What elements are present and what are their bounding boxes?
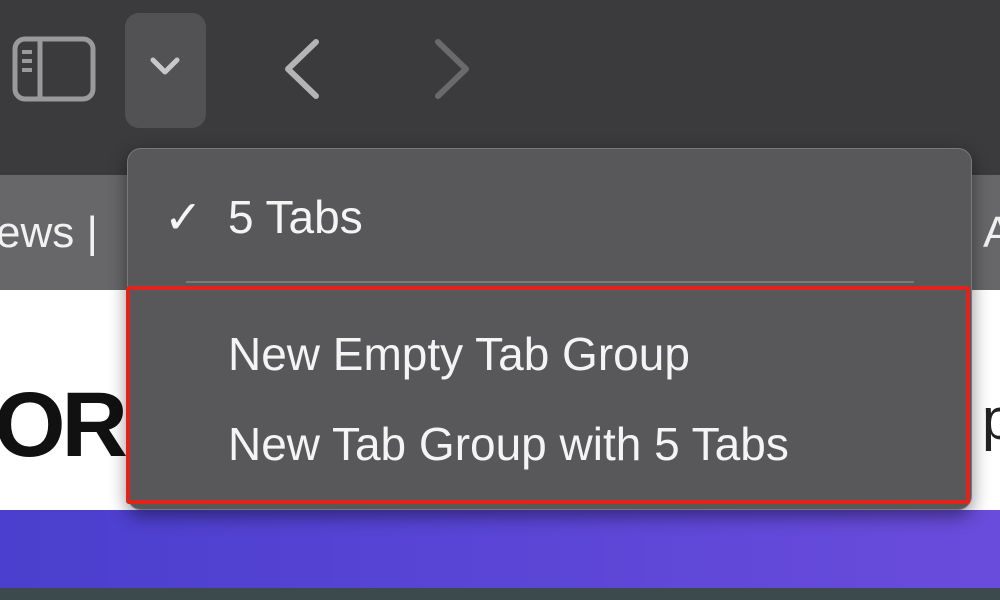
tab-group-picker-button[interactable] [125,13,206,128]
chevron-left-icon [285,39,319,99]
forward-button[interactable] [430,36,474,102]
page-text-fragment: p [982,387,1000,452]
sidebar-icon [12,36,96,102]
tab-title-left[interactable]: ews | [0,205,98,261]
page-banner [0,510,1000,600]
page-banner-edge [0,588,1000,600]
highlight-annotation [126,286,970,504]
menu-item-current-group[interactable]: 5 Tabs [228,189,363,245]
sidebar-toggle-button[interactable] [12,36,96,102]
tab-title-right[interactable]: A [983,205,1000,261]
checkmark-icon: ✓ [164,191,203,243]
menu-separator [186,281,914,283]
chevron-right-icon [435,39,469,99]
back-button[interactable] [280,36,324,102]
chevron-down-icon [150,57,180,75]
